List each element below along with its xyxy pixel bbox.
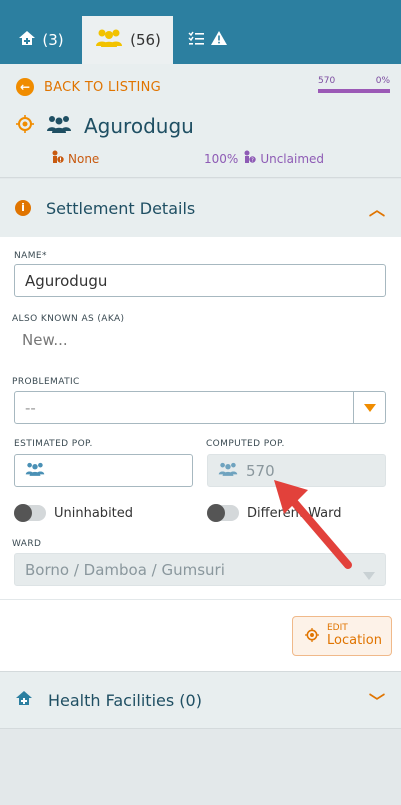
problem-status-text: None (68, 151, 100, 166)
person-question-icon: ? (242, 150, 257, 167)
claimed-status: 100% ? Unclaimed (204, 150, 324, 167)
name-label: NAME* (14, 251, 47, 261)
tab-count: (56) (130, 31, 161, 49)
empty-area (0, 729, 401, 805)
settlement-title: Agurodugu (84, 114, 194, 138)
toggle-switch[interactable] (14, 504, 46, 522)
people-icon (25, 462, 45, 480)
back-label: BACK TO LISTING (44, 79, 162, 95)
aka-input[interactable]: New... (22, 331, 68, 349)
svg-text:?: ? (251, 158, 254, 164)
title-row: Agurodugu (16, 114, 194, 138)
problematic-value: -- (25, 398, 36, 417)
settlement-form: NAME* Agurodugu ALSO KNOWN AS (AKA) New.… (0, 237, 401, 671)
problem-status: None (50, 150, 99, 167)
aka-label: ALSO KNOWN AS (AKA) (12, 314, 125, 324)
claimed-label: Unclaimed (260, 151, 325, 166)
edit-location-button[interactable]: EDIT Location (292, 616, 392, 656)
annotation-arrow-icon (274, 480, 352, 569)
settlement-header: ← BACK TO LISTING 570 0% Agurodugu None … (0, 64, 401, 178)
people-icon (94, 28, 124, 52)
divider (0, 599, 401, 600)
name-input[interactable]: Agurodugu (14, 264, 386, 297)
ward-value: Borno / Damboa / Gumsuri (25, 560, 225, 579)
warning-icon (210, 30, 228, 50)
tab-count: (3) (42, 31, 64, 49)
progress-count: 570 (318, 76, 336, 86)
computed-pop-label: COMPUTED POP. (206, 439, 285, 449)
locate-icon (305, 627, 319, 646)
locate-icon[interactable] (16, 115, 34, 137)
section-title: Settlement Details (46, 198, 196, 218)
health-facilities-header[interactable]: Health Facilities (0) ﹀ (0, 671, 401, 729)
claimed-percent: 100% (204, 151, 239, 166)
toggle-switch[interactable] (207, 504, 239, 522)
location-label: Location (327, 632, 382, 648)
home-plus-icon (18, 30, 36, 50)
settlement-details-header[interactable]: i Settlement Details ︿ (0, 179, 401, 237)
problematic-select[interactable]: -- (14, 391, 386, 424)
chevron-down-icon: ﹀ (368, 692, 385, 711)
back-to-listing-link[interactable]: ← BACK TO LISTING (16, 78, 161, 96)
population-progress: 570 0% (318, 76, 390, 93)
chevron-up-icon: ︿ (368, 200, 385, 219)
uninhabited-toggle[interactable]: Uninhabited (14, 504, 134, 522)
person-alert-icon (50, 150, 64, 167)
section-title: Health Facilities (0) (48, 690, 202, 710)
people-icon (218, 462, 238, 480)
people-icon (46, 115, 72, 137)
problematic-label: PROBLEMATIC (12, 377, 80, 387)
estimated-pop-input[interactable] (14, 454, 193, 487)
dropdown-arrow-icon[interactable] (353, 392, 385, 423)
estimated-pop-label: ESTIMATED POP. (14, 439, 93, 449)
ward-label: WARD (12, 539, 42, 549)
tab-tasks-warnings[interactable] (173, 16, 243, 64)
checklist-icon (188, 31, 204, 49)
tab-settlements[interactable]: (56) (82, 16, 173, 64)
info-icon: i (15, 200, 31, 216)
home-plus-icon (15, 690, 33, 710)
dropdown-arrow-icon (363, 566, 375, 584)
progress-percent: 0% (375, 76, 390, 86)
progress-bar (318, 89, 390, 93)
name-value: Agurodugu (25, 271, 108, 290)
tab-bar: (3) (56) (0, 0, 401, 64)
arrow-left-icon: ← (16, 78, 34, 96)
tab-health-facilities[interactable]: (3) (0, 16, 82, 64)
uninhabited-label: Uninhabited (54, 505, 134, 521)
